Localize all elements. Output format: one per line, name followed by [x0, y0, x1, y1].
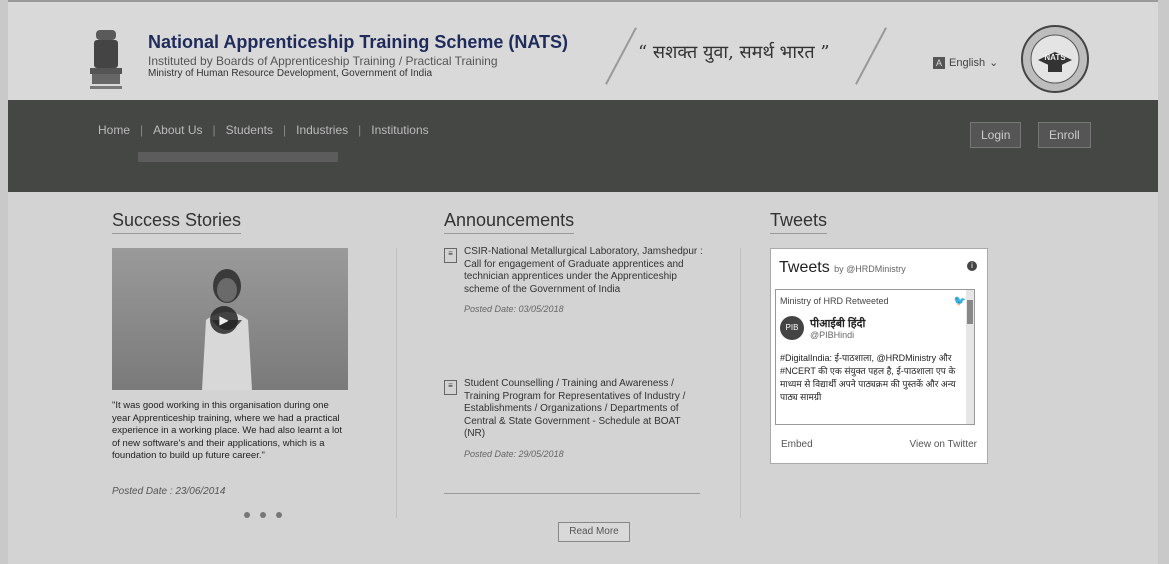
announcement-divider [444, 493, 700, 494]
nats-logo[interactable]: NATS [1020, 24, 1090, 94]
enroll-button[interactable]: Enroll [1038, 122, 1091, 148]
announcement-text[interactable]: CSIR-National Metallurgical Laboratory, … [464, 246, 704, 296]
success-story-quote: "It was good working in this organisatio… [112, 400, 343, 461]
language-selector[interactable]: A English ⌄ [933, 56, 998, 69]
chevron-down-icon: ⌄ [989, 57, 999, 69]
read-more-button[interactable]: Read More [558, 522, 630, 542]
info-icon[interactable]: i [967, 261, 977, 271]
carousel-dot[interactable] [276, 512, 282, 518]
tweet-author-name[interactable]: पीआईबी हिंदी [810, 316, 865, 331]
column-divider [396, 248, 397, 518]
slogan: “ सशक्त युवा, समर्थ भारत ” [638, 42, 830, 63]
site-header: National Apprenticeship Training Scheme … [8, 0, 1158, 100]
twitter-widget: Tweets by @HRDMinistry i Ministry of HRD… [770, 248, 988, 464]
success-story-date: Posted Date : 23/06/2014 [112, 486, 226, 497]
nav-menu: Home | About Us | Students | Industries … [88, 123, 439, 137]
tweet-body: #DigitalIndia: ई-पाठशाला, @HRDMinistry औ… [780, 353, 956, 402]
nav-students[interactable]: Students [216, 123, 283, 137]
carousel-dots [244, 512, 282, 518]
carousel-dot[interactable] [260, 512, 266, 518]
nav-home[interactable]: Home [88, 123, 140, 137]
twitter-widget-header: Tweets by @HRDMinistry [779, 259, 906, 277]
announcement-date: Posted Date: 03/05/2018 [464, 304, 564, 314]
announcement-item[interactable]: ≡ CSIR-National Metallurgical Laboratory… [444, 246, 704, 314]
nats-logo-text: NATS [1044, 53, 1066, 62]
divider-slash [605, 27, 637, 85]
view-on-twitter-link[interactable]: View on Twitter [910, 439, 977, 450]
announcements-heading: Announcements [444, 210, 575, 234]
login-button[interactable]: Login [970, 122, 1022, 148]
nav-institutions[interactable]: Institutions [361, 123, 438, 137]
tweet-author-handle[interactable]: @PIBHindi [810, 330, 854, 340]
announcement-item[interactable]: ≡ Student Counselling / Training and Awa… [444, 378, 704, 459]
announcement-date: Posted Date: 29/05/2018 [464, 448, 564, 459]
tweet-scrollbar[interactable] [966, 290, 974, 424]
embed-link[interactable]: Embed [781, 439, 813, 450]
site-title[interactable]: National Apprenticeship Training Scheme … [148, 32, 568, 52]
twitter-widget-title: Tweets [779, 259, 830, 276]
site-subtitle: Instituted by Boards of Apprenticeship T… [148, 54, 498, 68]
page: National Apprenticeship Training Scheme … [8, 0, 1158, 564]
twitter-bird-icon[interactable]: 🐦 [954, 296, 966, 307]
carousel-dot[interactable] [244, 512, 250, 518]
ministry-name: Ministry of Human Resource Development, … [148, 68, 433, 79]
nav-industries[interactable]: Industries [286, 123, 358, 137]
announcement-text[interactable]: Student Counselling / Training and Aware… [464, 378, 704, 441]
document-icon: ≡ [444, 380, 457, 395]
nav-about-us[interactable]: About Us [143, 123, 212, 137]
brand-block: National Apprenticeship Training Scheme … [148, 32, 568, 80]
translate-icon: A [933, 56, 945, 69]
success-stories-heading: Success Stories [112, 210, 242, 234]
national-emblem-icon [90, 30, 122, 89]
nav-blur-strip [138, 152, 338, 162]
twitter-widget-by[interactable]: by @HRDMinistry [834, 264, 906, 274]
column-divider [740, 248, 741, 518]
document-icon: ≡ [444, 248, 457, 263]
avatar[interactable]: PIB [780, 316, 804, 340]
success-story-video[interactable]: ▶ [112, 248, 348, 390]
retweet-label: Ministry of HRD Retweeted [780, 296, 889, 306]
tweet-timeline[interactable]: Ministry of HRD Retweeted 🐦 PIB पीआईबी ह… [775, 289, 975, 425]
play-icon[interactable]: ▶ [210, 306, 238, 334]
divider-slash [855, 27, 887, 85]
tweets-heading: Tweets [770, 210, 828, 234]
language-label: English [949, 56, 986, 69]
main-navbar: Home | About Us | Students | Industries … [8, 100, 1158, 192]
scrollbar-thumb[interactable] [967, 300, 973, 324]
